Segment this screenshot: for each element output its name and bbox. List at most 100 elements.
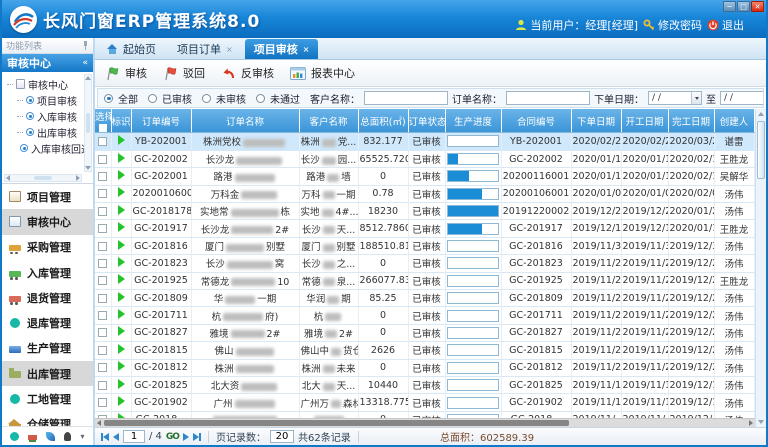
page-size-input[interactable] xyxy=(270,430,294,443)
scroll-down-icon[interactable] xyxy=(85,166,91,170)
leaf-icon[interactable] xyxy=(46,432,55,441)
radio-button[interactable] xyxy=(202,94,211,103)
sidebar-module-item[interactable]: 出库管理 xyxy=(2,361,93,386)
scroll-up-icon[interactable] xyxy=(758,112,764,116)
column-header[interactable]: 标识 xyxy=(111,109,131,133)
prev-page-button[interactable] xyxy=(113,433,119,441)
row-checkbox[interactable] xyxy=(98,276,107,285)
customer-name-input[interactable] xyxy=(364,91,448,105)
column-header[interactable]: 客户名称 xyxy=(299,109,358,133)
column-header[interactable]: 订单名称 xyxy=(191,109,299,133)
table-row[interactable]: GC-2018... 0 已审核 GC-2018... 2019/11/... xyxy=(95,411,754,418)
tab-home[interactable]: 起始页 xyxy=(98,39,165,59)
unaudit-button[interactable]: 反审核 xyxy=(221,65,274,81)
scroll-down-icon[interactable] xyxy=(758,420,764,424)
sidebar-module-item[interactable]: 生产管理 xyxy=(2,336,93,361)
row-checkbox[interactable] xyxy=(98,328,107,337)
table-row[interactable]: GC-2018178 实地常栋 实地4#... 18230 已审核 201912… xyxy=(95,203,754,220)
table-row[interactable]: GC-201917 长沙龙2# 长沙天... 8512.78600... 已审核… xyxy=(95,220,754,237)
scroll-left-icon[interactable] xyxy=(6,175,10,181)
scroll-up-icon[interactable] xyxy=(85,76,91,80)
column-header[interactable]: 完工日期 xyxy=(668,109,714,133)
column-header[interactable]: 下单日期 xyxy=(571,109,621,133)
sidebar-module-item[interactable]: 退库管理 xyxy=(2,310,93,335)
close-tab-icon[interactable]: × xyxy=(303,45,310,54)
scroll-left-icon[interactable] xyxy=(97,420,101,426)
radio-button[interactable] xyxy=(104,94,113,103)
collapse-icon[interactable]: « xyxy=(82,58,88,68)
row-checkbox[interactable] xyxy=(98,259,107,268)
row-checkbox[interactable] xyxy=(98,363,107,372)
tab-item[interactable]: 项目审核 × xyxy=(245,39,319,59)
go-button[interactable]: GO xyxy=(166,432,179,442)
column-header[interactable]: 合同编号 xyxy=(501,109,571,133)
column-header[interactable]: 选择 xyxy=(95,109,111,133)
overflow-icon[interactable]: ▾ xyxy=(80,432,84,441)
scroll-thumb[interactable] xyxy=(104,420,569,426)
tree-horizontal-scrollbar[interactable] xyxy=(4,174,82,182)
chevron-down-icon[interactable] xyxy=(763,92,764,104)
order-date-from-picker[interactable]: / / xyxy=(648,91,702,105)
minimize-button[interactable]: ─ xyxy=(723,1,736,12)
horizontal-scrollbar[interactable] xyxy=(95,418,755,427)
table-row[interactable]: GC-201816 厦门别墅 厦门别墅 188510.818 已审核 GC-20… xyxy=(95,237,754,254)
table-row[interactable]: GC-201825 北大资 北大天... 10440 已审核 GC-201825… xyxy=(95,376,754,393)
select-all-checkbox[interactable] xyxy=(99,124,107,132)
radio-button[interactable] xyxy=(148,94,157,103)
close-tab-icon[interactable]: × xyxy=(226,45,233,54)
row-checkbox[interactable] xyxy=(98,172,107,181)
cart-icon[interactable] xyxy=(28,435,37,440)
table-row[interactable]: GC-201823 长沙窝 长沙之... 0 已审核 GC-201823 201… xyxy=(95,255,754,272)
scroll-right-icon[interactable] xyxy=(749,420,753,426)
table-row[interactable]: GC-201711 杭府) 杭 0 已审核 GC-201711 2019/11/… xyxy=(95,307,754,324)
order-name-input[interactable] xyxy=(506,91,590,105)
table-row[interactable]: YB-202001 株洲党校 株洲党... 832.177 已审核 YB-202… xyxy=(95,133,754,150)
last-page-button[interactable] xyxy=(193,433,201,441)
report-center-button[interactable]: 报表中心 xyxy=(290,65,355,81)
maximize-button[interactable]: □ xyxy=(737,1,750,12)
tab-item[interactable]: 项目订单 × xyxy=(168,39,242,59)
column-header[interactable]: 创建人 xyxy=(714,109,754,133)
row-checkbox[interactable] xyxy=(98,294,107,303)
row-checkbox[interactable] xyxy=(98,137,107,146)
tree-item[interactable]: 入库审核回退 xyxy=(7,140,81,156)
sidebar-module-item[interactable]: 退货管理 xyxy=(2,285,93,310)
sidebar-module-item[interactable]: 项目管理 xyxy=(2,184,93,209)
scroll-thumb[interactable] xyxy=(86,113,90,133)
section-header[interactable]: 审核中心 « xyxy=(2,54,93,72)
sidebar-module-item[interactable]: 采购管理 xyxy=(2,235,93,260)
chevron-down-icon[interactable] xyxy=(691,92,701,104)
row-checkbox[interactable] xyxy=(98,398,107,407)
row-checkbox[interactable] xyxy=(98,311,107,320)
row-checkbox[interactable] xyxy=(98,346,107,355)
column-header[interactable]: 生产进度 xyxy=(445,109,501,133)
vertical-scrollbar[interactable] xyxy=(755,109,766,427)
pin-icon[interactable] xyxy=(82,41,89,50)
column-header[interactable]: 开工日期 xyxy=(621,109,668,133)
row-checkbox[interactable] xyxy=(98,155,107,164)
row-checkbox[interactable] xyxy=(98,381,107,390)
table-row[interactable]: GC-202001 路港 路港墙 0 已审核 20200116001 2020/… xyxy=(95,168,754,185)
table-row[interactable]: GC-201827 雅境2# 雅境2# 0 已审核 GC-201827 2019… xyxy=(95,324,754,341)
row-checkbox[interactable] xyxy=(98,224,107,233)
row-checkbox[interactable] xyxy=(98,207,107,216)
scroll-thumb[interactable] xyxy=(757,121,765,179)
tree-item[interactable]: 项目审核 xyxy=(7,92,81,108)
close-button[interactable]: ✕ xyxy=(751,1,764,12)
dot-icon[interactable] xyxy=(10,432,19,441)
change-password-button[interactable]: 修改密码 xyxy=(643,17,702,33)
scroll-thumb[interactable] xyxy=(34,176,52,180)
tree-vertical-scrollbar[interactable] xyxy=(84,74,92,172)
sidebar-module-item[interactable]: 工地管理 xyxy=(2,386,93,411)
table-row[interactable]: GC-202002 长沙龙 长沙园... 65525.7200... 已审核 G… xyxy=(95,150,754,167)
tree-item[interactable]: 入库审核 xyxy=(7,108,81,124)
sidebar-module-item[interactable]: 审核中心 xyxy=(2,209,93,234)
tree-root[interactable]: 审核中心 xyxy=(7,76,81,92)
table-row[interactable]: GC-201815 佛山 佛山中货仓 2626 已审核 GC-201815 20… xyxy=(95,342,754,359)
radio-button[interactable] xyxy=(256,94,265,103)
order-date-to-picker[interactable]: / / xyxy=(720,91,764,105)
column-header[interactable]: 总面积(㎡) xyxy=(358,109,408,133)
logout-button[interactable]: 退出 xyxy=(707,17,744,33)
page-number-input[interactable] xyxy=(123,430,145,443)
table-row[interactable]: GC-201902 广州 广州万森林 13318.775 已审核 GC-2019… xyxy=(95,394,754,411)
